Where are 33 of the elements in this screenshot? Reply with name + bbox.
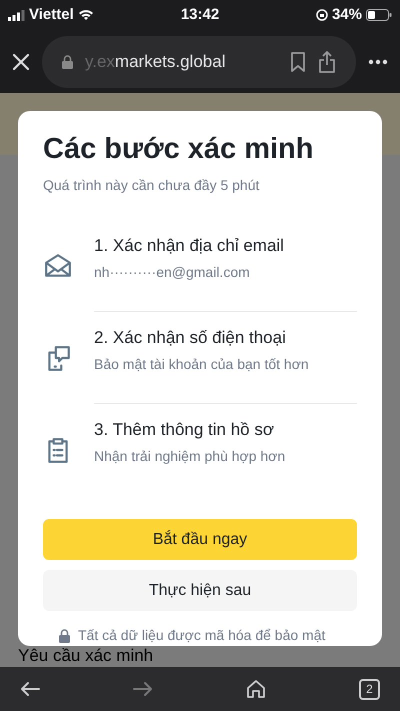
step-title: 2. Xác nhận số điện thoại [94,327,287,349]
step-description: Bảo mật tài khoản của bạn tốt hơn [94,355,310,374]
back-icon[interactable] [20,681,40,697]
step-title: 1. Xác nhận địa chỉ email [94,235,285,257]
envelope-icon [43,252,73,280]
step-title: 3. Thêm thông tin hồ sơ [94,419,275,441]
url-text: markets.global [114,52,226,71]
url-text: y.ex [85,52,115,71]
battery-percent: 34% [332,4,362,25]
orientation-lock-icon [316,9,328,21]
tabs-button[interactable]: 2 [359,678,380,700]
signal-icon [8,10,25,20]
clock-time: 13:42 [180,4,220,25]
forward-icon[interactable] [133,681,153,697]
bookmark-icon[interactable] [290,52,306,72]
dialog-subtitle: Quá trình này cần chưa đầy 5 phút [43,176,260,195]
more-icon[interactable] [368,58,388,64]
lock-icon [62,54,73,68]
address-bar[interactable]: y.exmarkets.global [42,36,356,88]
step-description: nh··········en@gmail.com [94,263,251,282]
do-later-button[interactable]: Thực hiện sau [43,570,357,611]
share-icon[interactable] [318,50,336,72]
step-description: Nhận trải nghiệm phù hợp hơn [94,447,286,466]
home-icon[interactable] [246,679,266,699]
start-now-button[interactable]: Bắt đầu ngay [43,519,357,560]
lock-icon [59,628,70,642]
battery-icon [366,9,392,21]
security-note: Tất cả dữ liệu được mã hóa để bảo mật [78,626,326,645]
close-icon[interactable] [12,52,30,70]
page-heading: Yêu cầu xác minh [17,646,154,667]
carrier-name: Viettel [29,4,74,25]
dialog-title: Các bước xác minh [43,132,314,167]
wifi-icon [78,9,94,21]
